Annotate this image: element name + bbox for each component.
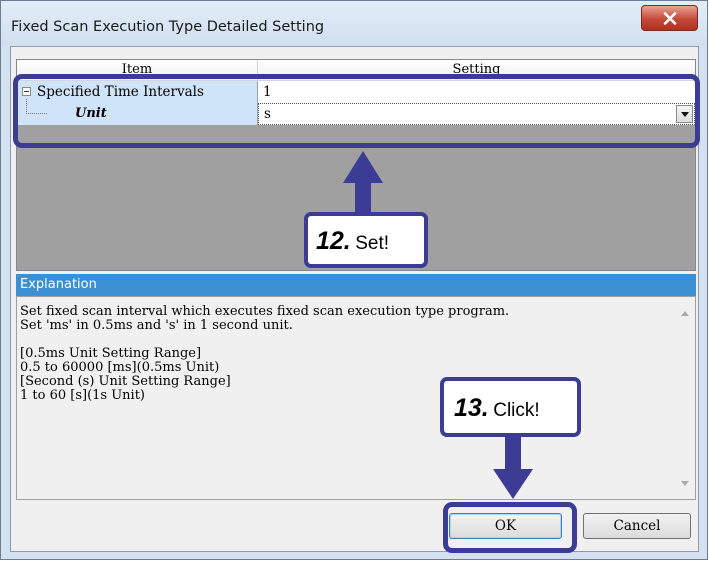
callout-text: Click! [493,400,540,421]
callout-click: 13. Click! [440,377,581,437]
callout-text: Set! [355,233,390,254]
callout-set: 12. Set! [304,212,428,268]
up-arrow-icon [343,151,383,212]
annotation-arrows [343,151,533,499]
callout-step-number: 13. [454,394,489,422]
down-arrow-icon [493,437,533,499]
callout-step-number: 12. [316,227,351,255]
